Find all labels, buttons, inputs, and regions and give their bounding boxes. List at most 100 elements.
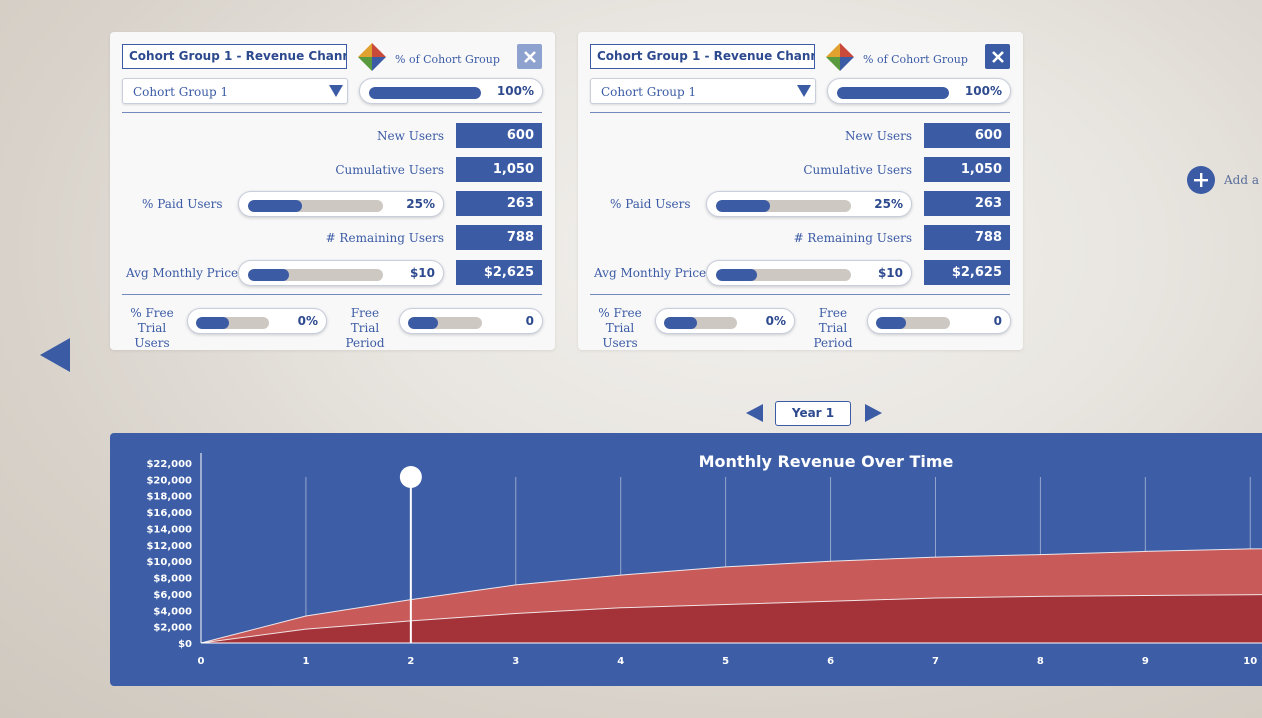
revenue-chart: Monthly Revenue Over Time 0 1 2 3 4 5 6 7 8 9 10 $0 $… xyxy=(146,452,1262,667)
avg-price-slider[interactable]: $10 xyxy=(238,260,444,286)
avg-price-value: $10 xyxy=(409,266,435,280)
x-tick-label: 7 xyxy=(932,656,939,667)
paid-users-slider[interactable]: 25% xyxy=(706,191,912,217)
cohort-group-select[interactable]: Cohort Group 1 xyxy=(122,78,348,104)
avg-price-label: Avg Monthly Price xyxy=(594,266,707,280)
free-trial-users-pct: 0% xyxy=(297,314,318,328)
y-tick-label: $8,000 xyxy=(153,574,192,585)
free-trial-period-slider[interactable]: 0 xyxy=(399,308,543,334)
close-icon xyxy=(523,50,536,63)
x-tick-label: 2 xyxy=(407,656,414,667)
new-users-label: New Users xyxy=(845,129,912,143)
divider xyxy=(122,112,542,113)
revenue-value: $2,625 xyxy=(924,260,1010,285)
cumulative-users-label: Cumulative Users xyxy=(803,163,912,177)
avg-price-slider[interactable]: $10 xyxy=(706,260,912,286)
paid-users-label: % Paid Users xyxy=(610,197,691,211)
cohort-group-value: Cohort Group 1 xyxy=(133,85,229,99)
new-users-value: 600 xyxy=(924,123,1010,148)
chart-title: Monthly Revenue Over Time xyxy=(699,452,954,471)
y-tick-label: $10,000 xyxy=(146,557,192,568)
add-channel-label: Add a xyxy=(1224,173,1259,187)
y-tick-label: $20,000 xyxy=(146,475,192,486)
x-tick-label: 1 xyxy=(302,656,309,667)
x-tick-label: 3 xyxy=(512,656,519,667)
revenue-channel-card: Cohort Group 1 - Revenue Channel 2 % of … xyxy=(578,32,1023,350)
x-tick-label: 0 xyxy=(198,656,205,667)
free-trial-period-label: Free Trial Period xyxy=(813,306,853,350)
paid-users-pct: 25% xyxy=(406,197,435,211)
cohort-pct-value: 100% xyxy=(964,84,1002,98)
free-trial-users-slider[interactable]: 0% xyxy=(655,308,795,334)
chevron-down-icon xyxy=(329,85,343,97)
paid-users-slider[interactable]: 25% xyxy=(238,191,444,217)
free-trial-period-label: Free Trial Period xyxy=(345,306,385,350)
y-tick-label: $4,000 xyxy=(153,606,192,617)
cohort-pct-value: 100% xyxy=(496,84,534,98)
cumulative-users-value: 1,050 xyxy=(924,157,1010,182)
close-icon xyxy=(991,50,1004,63)
color-diamond-logo-icon xyxy=(358,43,386,71)
paid-users-label: % Paid Users xyxy=(142,197,223,211)
revenue-value: $2,625 xyxy=(456,260,542,285)
remaining-users-value: 788 xyxy=(456,225,542,250)
color-diamond-logo-icon xyxy=(826,43,854,71)
cohort-group-select[interactable]: Cohort Group 1 xyxy=(590,78,816,104)
year-next-icon[interactable] xyxy=(865,404,882,422)
divider xyxy=(122,294,542,295)
add-channel-button[interactable] xyxy=(1187,166,1215,194)
new-users-label: New Users xyxy=(377,129,444,143)
channel-title-input[interactable]: Cohort Group 1 - Revenue Channel 2 xyxy=(590,44,815,69)
paid-users-value: 263 xyxy=(456,191,542,216)
y-tick-label: $18,000 xyxy=(146,492,192,503)
free-trial-period-value: 0 xyxy=(525,314,534,328)
remaining-users-label: # Remaining Users xyxy=(793,231,912,245)
year-label: Year 1 xyxy=(775,401,851,426)
x-tick-label: 8 xyxy=(1037,656,1044,667)
time-cursor-handle[interactable] xyxy=(399,466,422,488)
chevron-down-icon xyxy=(797,85,811,97)
x-tick-label: 10 xyxy=(1243,656,1257,667)
y-tick-label: $0 xyxy=(178,639,192,650)
y-tick-label: $16,000 xyxy=(146,508,192,519)
divider xyxy=(590,294,1010,295)
free-trial-users-slider[interactable]: 0% xyxy=(187,308,327,334)
x-tick-label: 4 xyxy=(617,656,624,667)
remaining-users-label: # Remaining Users xyxy=(325,231,444,245)
cumulative-users-label: Cumulative Users xyxy=(335,163,444,177)
free-trial-users-pct: 0% xyxy=(765,314,786,328)
y-tick-label: $22,000 xyxy=(146,459,192,470)
new-users-value: 600 xyxy=(456,123,542,148)
paid-users-value: 263 xyxy=(924,191,1010,216)
pct-of-cohort-label: % of Cohort Group xyxy=(863,53,968,66)
revenue-channel-card: Cohort Group 1 - Revenue Channel 1 % of … xyxy=(110,32,555,350)
free-trial-users-label: % Free Trial Users xyxy=(598,306,642,350)
cohort-group-value: Cohort Group 1 xyxy=(601,85,697,99)
previous-panel-icon[interactable] xyxy=(40,338,70,372)
y-tick-label: $2,000 xyxy=(153,623,192,634)
x-tick-label: 6 xyxy=(827,656,834,667)
avg-price-value: $10 xyxy=(877,266,903,280)
cumulative-users-value: 1,050 xyxy=(456,157,542,182)
y-tick-label: $6,000 xyxy=(153,590,192,601)
close-card-button[interactable] xyxy=(985,44,1010,69)
paid-users-pct: 25% xyxy=(874,197,903,211)
y-tick-label: $14,000 xyxy=(146,524,192,535)
x-tick-label: 5 xyxy=(722,656,729,667)
pct-of-cohort-label: % of Cohort Group xyxy=(395,53,500,66)
revenue-chart-panel: Monthly Revenue Over Time 0 1 2 3 4 5 6 7 8 9 10 $0 $… xyxy=(110,433,1262,686)
free-trial-period-slider[interactable]: 0 xyxy=(867,308,1011,334)
y-tick-label: $12,000 xyxy=(146,541,192,552)
x-tick-label: 9 xyxy=(1142,656,1149,667)
avg-price-label: Avg Monthly Price xyxy=(126,266,239,280)
plus-icon xyxy=(1194,173,1208,187)
remaining-users-value: 788 xyxy=(924,225,1010,250)
divider xyxy=(590,112,1010,113)
channel-title-input[interactable]: Cohort Group 1 - Revenue Channel 1 xyxy=(122,44,347,69)
year-prev-icon[interactable] xyxy=(746,404,763,422)
cohort-pct-slider[interactable]: 100% xyxy=(359,78,543,104)
free-trial-users-label: % Free Trial Users xyxy=(130,306,174,350)
close-card-button[interactable] xyxy=(517,44,542,69)
free-trial-period-value: 0 xyxy=(993,314,1002,328)
cohort-pct-slider[interactable]: 100% xyxy=(827,78,1011,104)
